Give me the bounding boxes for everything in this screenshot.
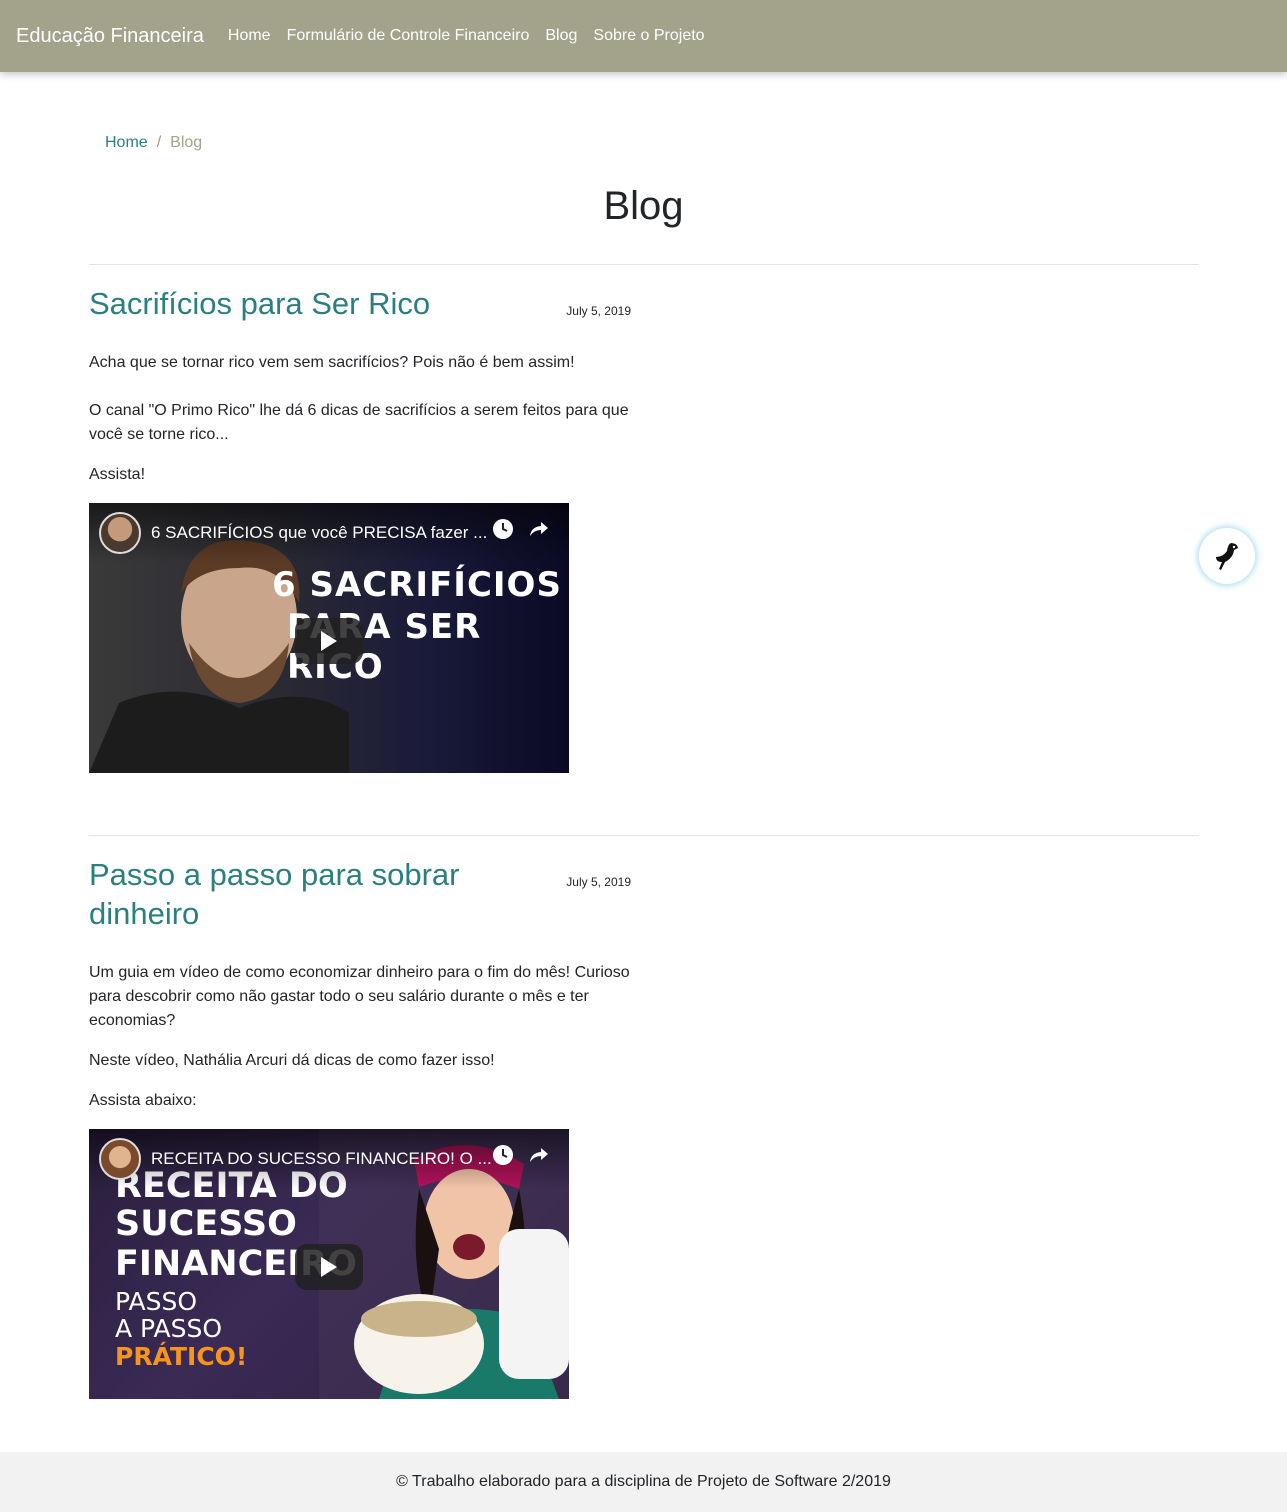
video-thumbnail-text: PASSO: [115, 1287, 197, 1316]
share-icon[interactable]: [527, 1143, 551, 1167]
video-embed[interactable]: 6 SACRIFÍCIOS PARA SER RICO 6 SACRIFÍCIO…: [89, 503, 569, 773]
footer-text: © Trabalho elaborado para a disciplina d…: [396, 1473, 891, 1490]
divider: [89, 835, 1199, 836]
video-thumbnail-text: PRÁTICO!: [115, 1342, 248, 1371]
blog-post: Passo a passo para sobrar dinheiro July …: [89, 855, 631, 1400]
video-title[interactable]: RECEITA DO SUCESSO FINANCEIRO! O ...: [151, 1149, 491, 1169]
post-title[interactable]: Sacrifícios para Ser Rico: [89, 284, 519, 323]
post-paragraph: Neste vídeo, Nathália Arcuri dá dicas de…: [89, 1052, 495, 1069]
blog-post: Sacrifícios para Ser Rico July 5, 2019 A…: [89, 284, 631, 774]
breadcrumb-separator: /: [156, 134, 162, 151]
footer: © Trabalho elaborado para a disciplina d…: [0, 1452, 1287, 1512]
play-icon: [321, 1257, 337, 1277]
play-icon: [321, 631, 337, 651]
play-button[interactable]: [295, 618, 363, 664]
breadcrumb: Home / Blog: [105, 134, 202, 152]
post-date: July 5, 2019: [566, 304, 631, 318]
video-thumbnail-text: 6 SACRIFÍCIOS: [272, 565, 562, 605]
channel-avatar[interactable]: [99, 1138, 141, 1180]
post-paragraph: Assista!: [89, 466, 146, 483]
breadcrumb-current: Blog: [170, 134, 203, 151]
navbar: Educação Financeira Home Formulário de C…: [0, 0, 1287, 72]
post-paragraph: Assista abaixo:: [89, 1092, 197, 1109]
brand-link[interactable]: Educação Financeira: [16, 25, 204, 48]
share-icon[interactable]: [527, 517, 551, 541]
nav-link-formulario[interactable]: Formulário de Controle Financeiro: [287, 27, 530, 45]
divider: [89, 264, 1199, 265]
post-body: Um guia em vídeo de como economizar dinh…: [89, 961, 631, 1113]
post-paragraph: O canal "O Primo Rico" lhe dá 6 dicas de…: [89, 402, 629, 443]
page-title: Blog: [603, 184, 684, 228]
channel-avatar[interactable]: [99, 512, 141, 554]
video-thumbnail-text: A PASSO: [115, 1314, 223, 1343]
video-embed[interactable]: RECEITA DO SUCESSO FINANCEIRO PASSO A PA…: [89, 1129, 569, 1399]
nav-link-blog[interactable]: Blog: [545, 27, 577, 45]
floating-widget-button[interactable]: [1199, 528, 1255, 584]
post-paragraph: Um guia em vídeo de como economizar dinh…: [89, 964, 630, 1029]
watch-later-icon[interactable]: [491, 517, 515, 541]
breadcrumb-home-link[interactable]: Home: [105, 134, 148, 152]
play-button[interactable]: [295, 1244, 363, 1290]
video-title[interactable]: 6 SACRIFÍCIOS que você PRECISA fazer ...: [151, 523, 491, 543]
post-body: Acha que se tornar rico vem sem sacrifíc…: [89, 351, 631, 487]
post-paragraph: Acha que se tornar rico vem sem sacrifíc…: [89, 354, 575, 371]
post-date: July 5, 2019: [566, 875, 631, 889]
nav-link-sobre[interactable]: Sobre o Projeto: [593, 27, 704, 45]
nav-link-home[interactable]: Home: [228, 27, 271, 45]
post-title[interactable]: Passo a passo para sobrar dinheiro: [89, 855, 519, 933]
video-thumbnail-text: SUCESSO: [115, 1204, 297, 1244]
bird-icon: [1216, 543, 1238, 570]
watch-later-icon[interactable]: [491, 1143, 515, 1167]
